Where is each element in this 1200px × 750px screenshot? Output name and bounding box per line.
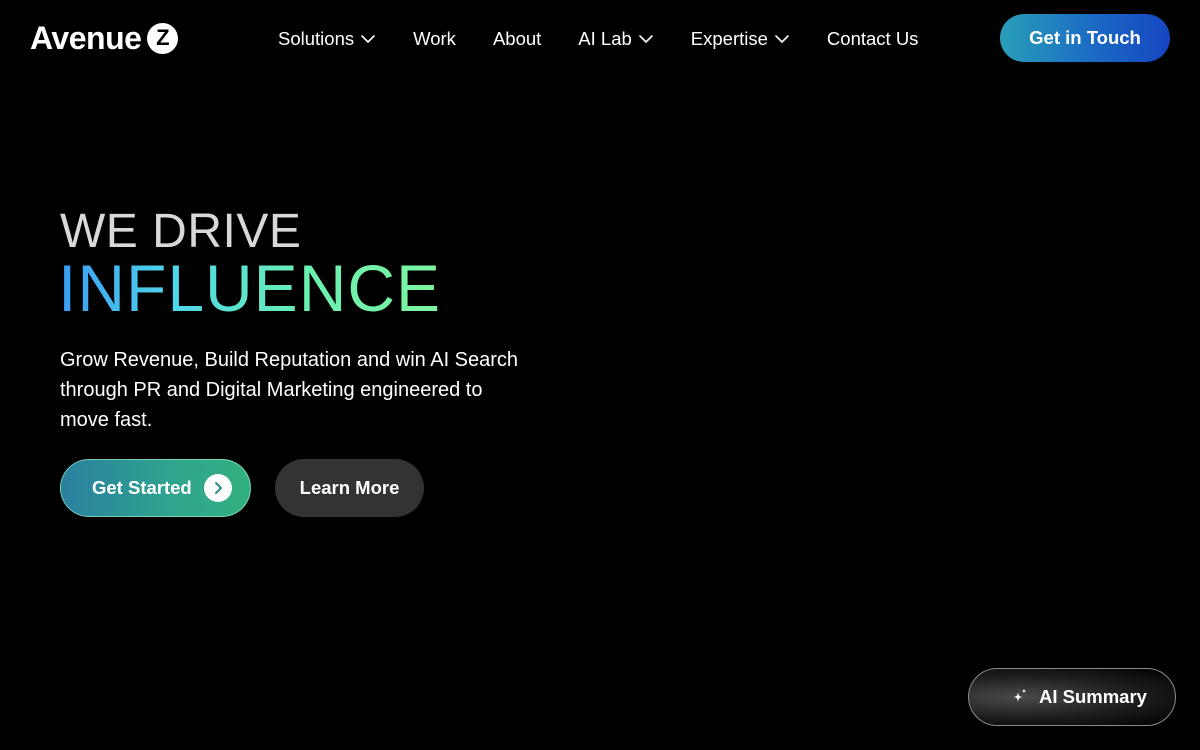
brand-badge: Z xyxy=(147,22,179,54)
nav-item-about[interactable]: About xyxy=(493,28,541,50)
learn-more-button[interactable]: Learn More xyxy=(275,459,424,517)
page: Avenue Z Solutions Work About AI Lab Exp… xyxy=(0,0,1200,750)
nav-item-label: Work xyxy=(413,28,456,49)
nav-item-label: AI Lab xyxy=(578,28,632,49)
chevron-down-icon xyxy=(361,35,375,43)
main-nav: Solutions Work About AI Lab Expertise Co… xyxy=(278,24,918,54)
ai-summary-button[interactable]: AI Summary xyxy=(968,668,1176,726)
nav-item-label: Expertise xyxy=(690,28,768,49)
get-started-button[interactable]: Get Started xyxy=(60,459,251,517)
nav-item-ai-lab[interactable]: AI Lab xyxy=(578,28,654,50)
hero-subtitle: Grow Revenue, Build Reputation and win A… xyxy=(60,349,519,431)
brand-logo[interactable]: Avenue Z xyxy=(30,19,179,56)
sparkle-icon xyxy=(1013,688,1027,702)
nav-item-label: Contact Us xyxy=(826,28,919,49)
get-in-touch-button[interactable]: Get in Touch xyxy=(1000,14,1170,62)
hero-heading-line2: INFLUENCE xyxy=(58,251,442,325)
nav-item-label: Solutions xyxy=(278,28,355,49)
nav-item-label: About xyxy=(492,28,542,49)
get-started-label: Get Started xyxy=(92,477,192,498)
chevron-down-icon xyxy=(775,35,789,43)
nav-item-work[interactable]: Work xyxy=(413,28,456,50)
nav-item-solutions[interactable]: Solutions xyxy=(278,28,376,50)
nav-item-contact-us[interactable]: Contact Us xyxy=(827,28,919,50)
brand-name: Avenue xyxy=(30,19,142,56)
chevron-down-icon xyxy=(638,35,653,43)
ai-summary-label: AI Summary xyxy=(1039,686,1147,707)
nav-item-expertise[interactable]: Expertise xyxy=(691,28,790,50)
chevron-right-circle-icon xyxy=(203,474,232,502)
